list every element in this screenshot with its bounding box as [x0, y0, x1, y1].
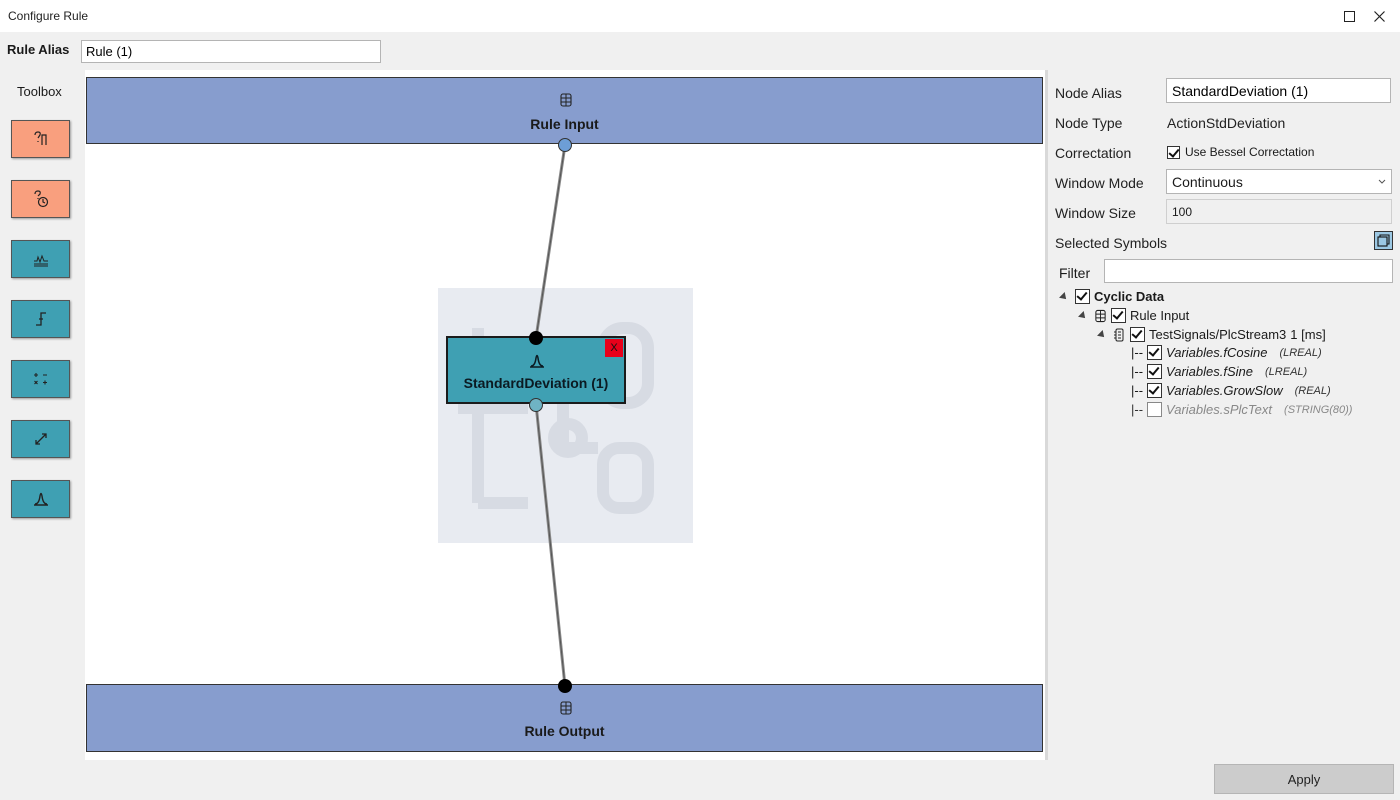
tool-edge-detect[interactable]	[11, 300, 70, 338]
edge-detect-icon	[35, 312, 46, 326]
watermark-logo-icon	[458, 322, 654, 514]
tree-label: Rule Input	[1130, 308, 1190, 323]
math-operations-icon	[33, 373, 47, 385]
tree-label: TestSignals/PlcStream3	[1149, 327, 1287, 342]
trigger-query-icon	[33, 190, 48, 208]
window-size-field[interactable]: 100	[1166, 199, 1392, 224]
tree-checkbox[interactable]	[1147, 345, 1163, 360]
tree-label: Cyclic Data	[1094, 289, 1165, 304]
tree-prefix: |--	[1131, 345, 1144, 360]
filter-label: Filter	[1059, 265, 1091, 281]
tool-filter[interactable]	[11, 240, 70, 278]
bessel-checkbox-label: Use Bessel Correctation	[1185, 145, 1315, 159]
title-bar	[0, 0, 1400, 33]
window-stack-icon	[1377, 234, 1390, 247]
tree-checkbox[interactable]	[1147, 383, 1163, 398]
variable-type: (LREAL)	[1265, 365, 1308, 378]
maximize-icon	[1343, 10, 1355, 22]
tool-scale[interactable]	[11, 420, 70, 458]
variable-name: Variables.sPlcText	[1166, 402, 1273, 417]
expand-arrow-icon[interactable]	[1078, 310, 1088, 321]
database-icon	[1095, 309, 1106, 322]
variable-name: Variables.fCosine	[1166, 345, 1268, 360]
std-deviation-icon	[33, 492, 48, 506]
node-type-value: ActionStdDeviation	[1167, 115, 1286, 131]
node-delete-button[interactable]: X	[605, 339, 623, 357]
expand-arrow-icon[interactable]	[1059, 291, 1069, 302]
scale-icon	[34, 433, 47, 445]
bessel-checkbox-box[interactable]	[1167, 145, 1180, 159]
filter-icon	[33, 254, 48, 267]
database-icon	[560, 93, 572, 107]
tree-variable-row[interactable]: |-- Variables.sPlcText (STRING(80))	[1131, 402, 1352, 417]
window-mode-label: Window Mode	[1055, 175, 1144, 191]
footer-bar	[0, 760, 1400, 800]
symbol-browser-button[interactable]	[1374, 231, 1393, 250]
variable-type: (REAL)	[1294, 384, 1331, 397]
rule-alias-input[interactable]	[81, 40, 381, 63]
correctation-label: Correctation	[1055, 145, 1132, 161]
node-label: StandardDeviation (1)	[463, 375, 609, 391]
tool-signal-query[interactable]	[11, 120, 70, 158]
window-size-label: Window Size	[1055, 205, 1136, 221]
tree-variable-row[interactable]: |-- Variables.GrowSlow (REAL)	[1131, 383, 1331, 398]
tree-stream-rate: 1 [ms]	[1290, 327, 1326, 342]
window-size-value: 100	[1172, 204, 1193, 219]
bessel-checkbox[interactable]: Use Bessel Correctation	[1167, 145, 1314, 159]
close-button[interactable]	[1364, 0, 1394, 32]
variable-name: Variables.GrowSlow	[1166, 383, 1283, 398]
selected-symbols-label: Selected Symbols	[1055, 235, 1168, 251]
window-mode-select[interactable]: Continuous	[1166, 169, 1392, 194]
tree-checkbox[interactable]	[1075, 289, 1090, 304]
rule-output-node[interactable]: Rule Output	[86, 684, 1043, 752]
tree-prefix: |--	[1131, 364, 1144, 379]
toolbox-panel	[0, 70, 85, 760]
tool-std-deviation[interactable]	[11, 480, 70, 518]
node-type-label: Node Type	[1055, 115, 1123, 131]
variable-type: (STRING(80))	[1284, 403, 1353, 416]
std-deviation-node[interactable]: StandardDeviation (1) X	[446, 336, 626, 404]
rule-input-label: Rule Input	[530, 116, 599, 132]
tree-prefix: |--	[1131, 402, 1144, 417]
variable-type: (LREAL)	[1279, 346, 1322, 359]
close-icon	[1373, 10, 1385, 22]
database-icon	[560, 701, 572, 715]
node-input-port[interactable]	[528, 330, 544, 346]
toolbox-title: Toolbox	[17, 84, 62, 99]
rule-output-label: Rule Output	[524, 723, 605, 739]
tree-checkbox[interactable]	[1147, 402, 1163, 417]
rule-input-node[interactable]: Rule Input	[86, 77, 1043, 144]
window-title: Configure Rule	[8, 9, 89, 23]
node-alias-input[interactable]	[1166, 78, 1391, 103]
filter-input[interactable]	[1104, 259, 1393, 283]
variable-name: Variables.fSine	[1166, 364, 1254, 379]
tree-node-cyclic-data[interactable]: Cyclic Data	[1059, 289, 1165, 304]
tree-checkbox[interactable]	[1111, 308, 1126, 323]
input-port[interactable]	[557, 137, 573, 153]
output-port[interactable]	[557, 678, 573, 694]
window-mode-value: Continuous	[1172, 173, 1243, 190]
tree-variable-row[interactable]: |-- Variables.fSine (LREAL)	[1131, 364, 1307, 379]
tool-math-operations[interactable]	[11, 360, 70, 398]
tree-prefix: |--	[1131, 383, 1144, 398]
chevron-down-icon	[1378, 179, 1386, 184]
apply-button[interactable]: Apply	[1214, 764, 1394, 794]
node-output-port[interactable]	[528, 397, 544, 413]
tree-checkbox[interactable]	[1130, 327, 1145, 342]
stream-icon	[1114, 328, 1124, 341]
rule-alias-label: Rule Alias	[7, 42, 70, 57]
tree-checkbox[interactable]	[1147, 364, 1163, 379]
canvas-watermark	[438, 288, 693, 543]
node-alias-label: Node Alias	[1055, 85, 1122, 101]
signal-query-icon	[33, 131, 47, 145]
tool-trigger-query[interactable]	[11, 180, 70, 218]
tree-node-stream[interactable]: TestSignals/PlcStream3 1 [ms]	[1097, 327, 1326, 342]
expand-arrow-icon[interactable]	[1097, 329, 1107, 340]
tree-variable-row[interactable]: |-- Variables.fCosine (LREAL)	[1131, 345, 1322, 360]
maximize-button[interactable]	[1334, 0, 1364, 32]
tree-node-rule-input[interactable]: Rule Input	[1078, 308, 1190, 323]
std-deviation-icon	[530, 354, 544, 368]
